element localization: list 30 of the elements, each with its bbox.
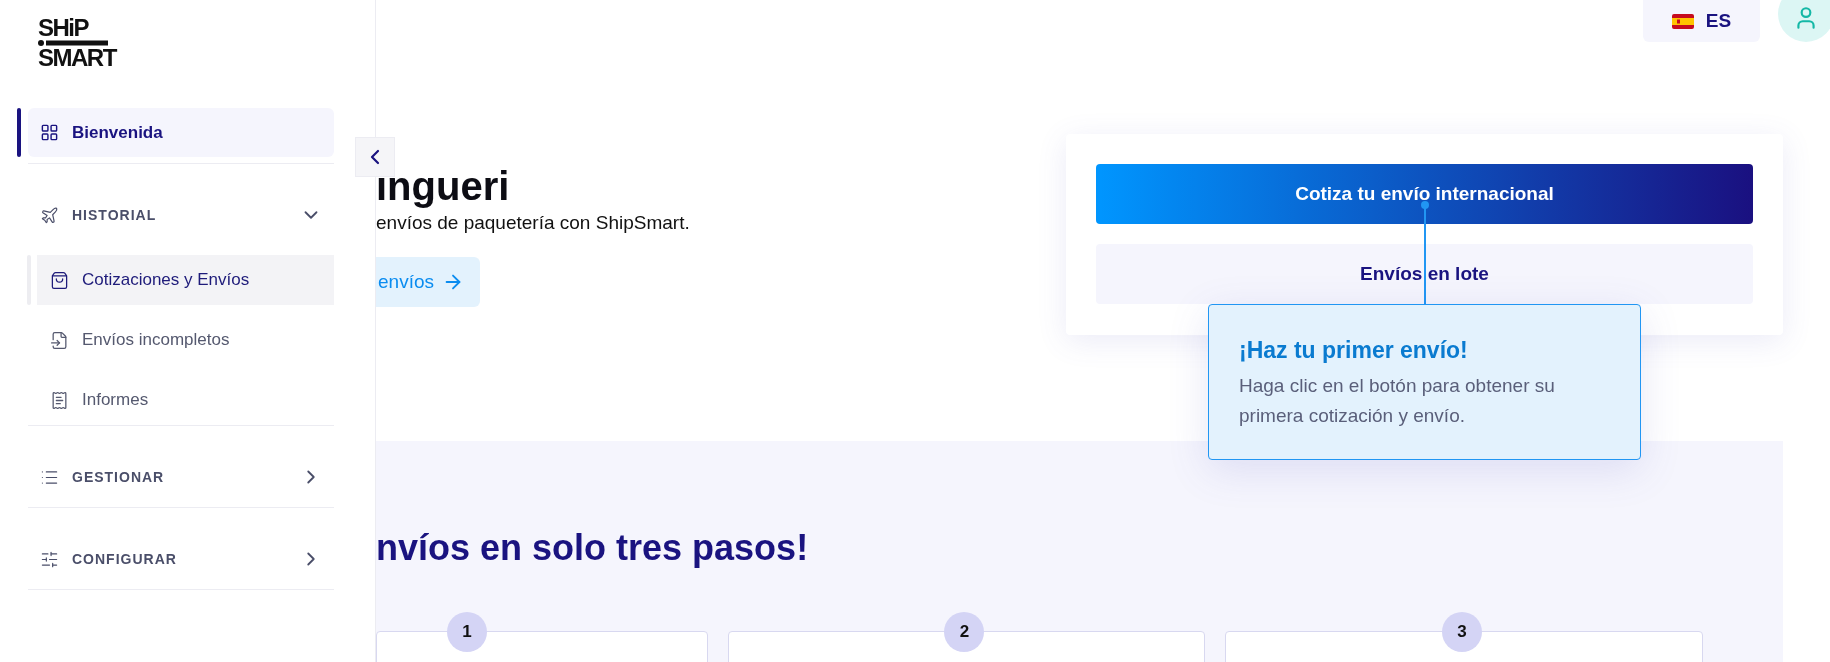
nav-group-header[interactable]: HISTORIAL	[28, 185, 334, 245]
step-number: 3	[1442, 612, 1482, 652]
nav-subitem[interactable]: Envíos incompletos	[37, 315, 334, 365]
nav-group-header[interactable]: GESTIONAR	[28, 447, 334, 507]
group-icon	[40, 549, 59, 569]
group-label: GESTIONAR	[72, 469, 166, 485]
greeting-title: ingueri	[376, 163, 510, 210]
nav-icon	[50, 270, 69, 290]
tooltip-text: Haga clic en el botón para obtener su primera cotización y envío.	[1239, 374, 1556, 428]
group-label: CONFIGURAR	[72, 551, 178, 567]
nav-icon	[50, 330, 69, 350]
logo-bar-icon	[38, 39, 108, 47]
tooltip-title: ¡Haz tu primer envío!	[1239, 336, 1469, 365]
flag-icon	[1671, 13, 1694, 29]
language-button[interactable]: ES	[1643, 0, 1760, 42]
step-number: 2	[944, 612, 985, 652]
logo-text: SMART	[38, 47, 116, 69]
greeting-subtitle: envíos de paquetería con ShipSmart.	[376, 211, 690, 235]
nav-group-header[interactable]: CONFIGURAR	[28, 529, 334, 589]
group-label: HISTORIAL	[72, 207, 158, 223]
selection-indicator	[17, 108, 21, 157]
grid-icon	[40, 123, 59, 142]
step-number: 1	[446, 612, 487, 652]
quote-button[interactable]: Cotiza tu envío internacional	[1096, 164, 1753, 224]
nav-icon	[50, 390, 69, 410]
batch-button[interactable]: Envíos en lote	[1096, 244, 1753, 304]
group-icon	[40, 205, 59, 225]
nav-subitem[interactable]: Informes	[37, 375, 334, 425]
logo-text: SHiP	[38, 17, 88, 39]
section-title: nvíos en solo tres pasos!	[376, 526, 810, 570]
